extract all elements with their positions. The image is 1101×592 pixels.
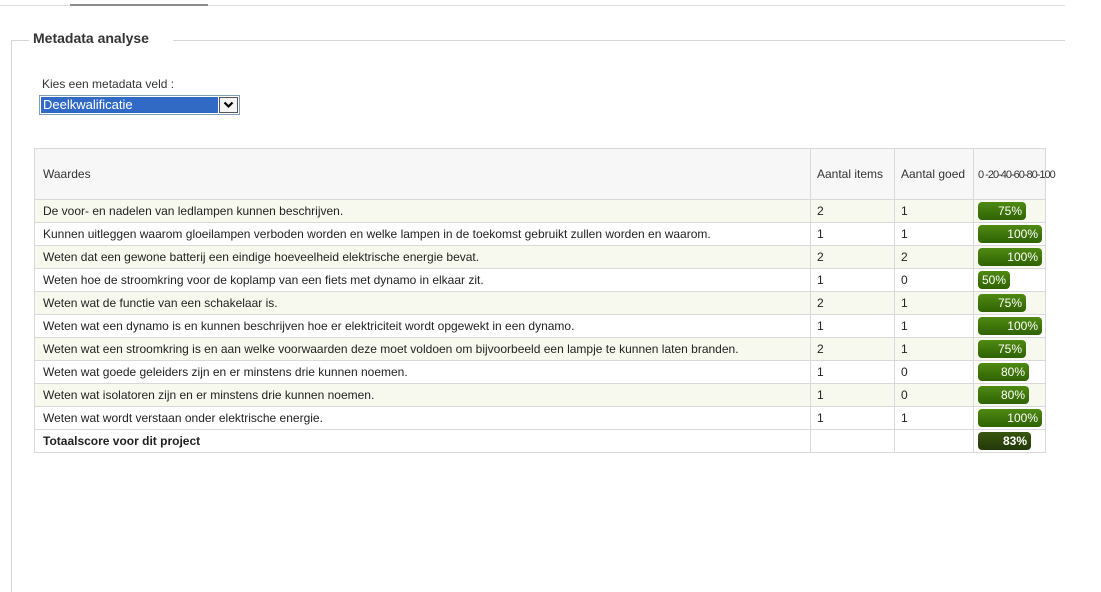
cell-aantal-items: 1 — [810, 222, 895, 246]
cell-score: 100% — [973, 245, 1046, 269]
cell-aantal-items: 1 — [810, 268, 895, 292]
metadata-field-select[interactable]: Deelkwalificatie — [39, 95, 240, 115]
cell-waarde: Weten wat de functie van een schakelaar … — [34, 291, 811, 315]
cell-waarde: Weten dat een gewone batterij een eindig… — [34, 245, 811, 269]
cell-aantal-items: 1 — [810, 314, 895, 338]
table-row: Weten wat de functie van een schakelaar … — [34, 291, 1046, 315]
cell-aantal-goed: 1 — [894, 199, 974, 223]
score-bar-track: 75% — [978, 202, 1042, 220]
total-label: Totaalscore voor dit project — [34, 429, 811, 453]
dropdown-button[interactable] — [219, 97, 238, 113]
cell-waarde: Weten wat een stroomkring is en aan welk… — [34, 337, 811, 361]
cell-score: 100% — [973, 406, 1046, 430]
cell-aantal-goed: 0 — [894, 383, 974, 407]
cell-aantal-goed: 1 — [894, 337, 974, 361]
table-header-row: Waardes Aantal items Aantal goed 0 -20-4… — [34, 148, 1056, 200]
section-legend: Metadata analyse — [33, 30, 149, 46]
cell-aantal-goed — [894, 429, 974, 453]
cell-score: 75% — [973, 291, 1046, 315]
col-header-aantal-goed: Aantal goed — [894, 148, 974, 200]
total-score-bar: 83% — [978, 432, 1031, 450]
cell-aantal-items: 1 — [810, 383, 895, 407]
total-row: Totaalscore voor dit project 83% — [34, 429, 1046, 453]
table-row: Kunnen uitleggen waarom gloeilampen verb… — [34, 222, 1046, 246]
score-bar-track: 100% — [978, 248, 1042, 266]
table-row: Weten dat een gewone batterij een eindig… — [34, 245, 1046, 269]
table-row: Weten wat goede geleiders zijn en er min… — [34, 360, 1046, 384]
cell-aantal-goed: 0 — [894, 360, 974, 384]
score-bar: 100% — [978, 248, 1042, 266]
cell-waarde: De voor- en nadelen van ledlampen kunnen… — [34, 199, 811, 223]
metadata-field-label: Kies een metadata veld : — [42, 77, 175, 91]
table-row: Weten wat isolatoren zijn en er minstens… — [34, 383, 1046, 407]
cell-waarde: Kunnen uitleggen waarom gloeilampen verb… — [34, 222, 811, 246]
chevron-down-icon — [223, 101, 234, 109]
cell-score: 50% — [973, 268, 1046, 292]
cell-aantal-items: 1 — [810, 406, 895, 430]
cell-waarde: Weten wat wordt verstaan onder elektrisc… — [34, 406, 811, 430]
table-row: Weten wat een stroomkring is en aan welk… — [34, 337, 1046, 361]
cell-score: 83% — [973, 429, 1046, 453]
table-row: Weten wat een dynamo is en kunnen beschr… — [34, 314, 1046, 338]
score-bar-track: 80% — [978, 363, 1042, 381]
score-bar: 100% — [978, 409, 1042, 427]
cell-aantal-goed: 0 — [894, 268, 974, 292]
table-row: Weten hoe de stroomkring voor de koplamp… — [34, 268, 1046, 292]
col-header-waardes: Waardes — [34, 148, 811, 200]
score-bar: 75% — [978, 340, 1026, 358]
score-bar: 50% — [978, 271, 1010, 289]
cell-score: 75% — [973, 199, 1046, 223]
cell-aantal-goed: 1 — [894, 291, 974, 315]
cell-aantal-goed: 1 — [894, 314, 974, 338]
score-bar-track: 75% — [978, 294, 1042, 312]
cell-aantal-goed: 1 — [894, 222, 974, 246]
cell-waarde: Weten wat goede geleiders zijn en er min… — [34, 360, 811, 384]
table-row: De voor- en nadelen van ledlampen kunnen… — [34, 199, 1046, 223]
score-bar: 80% — [978, 363, 1029, 381]
metadata-table: Waardes Aantal items Aantal goed 0 -20-4… — [34, 148, 1056, 453]
cell-waarde: Weten wat een dynamo is en kunnen beschr… — [34, 314, 811, 338]
score-scale-label: 0 -20-40-60-80-100 — [978, 169, 1056, 181]
cell-aantal-items: 1 — [810, 360, 895, 384]
cell-aantal-items — [810, 429, 895, 453]
score-bar: 100% — [978, 317, 1042, 335]
score-bar-track: 83% — [978, 432, 1042, 450]
cell-waarde: Weten hoe de stroomkring voor de koplamp… — [34, 268, 811, 292]
cell-score: 75% — [973, 337, 1046, 361]
cell-score: 100% — [973, 314, 1046, 338]
score-bar: 100% — [978, 225, 1042, 243]
cell-aantal-goed: 1 — [894, 406, 974, 430]
cell-aantal-goed: 2 — [894, 245, 974, 269]
score-bar-track: 100% — [978, 409, 1042, 427]
cell-aantal-items: 2 — [810, 245, 895, 269]
cell-score: 80% — [973, 360, 1046, 384]
score-bar: 75% — [978, 202, 1026, 220]
score-bar-track: 100% — [978, 317, 1042, 335]
score-bar-track: 80% — [978, 386, 1042, 404]
col-header-aantal-items: Aantal items — [810, 148, 895, 200]
cell-waarde: Weten wat isolatoren zijn en er minstens… — [34, 383, 811, 407]
score-bar: 80% — [978, 386, 1029, 404]
fieldset-border-left — [11, 40, 12, 592]
score-bar-track: 50% — [978, 271, 1042, 289]
table-row: Weten wat wordt verstaan onder elektrisc… — [34, 406, 1046, 430]
col-header-score-scale: 0 -20-40-60-80-100 — [973, 148, 1056, 200]
cell-aantal-items: 2 — [810, 291, 895, 315]
fieldset-border-top-left — [11, 40, 29, 41]
cell-score: 100% — [973, 222, 1046, 246]
top-tab-indicator — [70, 4, 208, 6]
cell-aantal-items: 2 — [810, 337, 895, 361]
score-bar-track: 75% — [978, 340, 1042, 358]
score-bar: 75% — [978, 294, 1026, 312]
cell-score: 80% — [973, 383, 1046, 407]
score-bar-track: 100% — [978, 225, 1042, 243]
metadata-field-selected-value[interactable]: Deelkwalificatie — [41, 97, 218, 113]
cell-aantal-items: 2 — [810, 199, 895, 223]
fieldset-border-top-right — [173, 40, 1065, 41]
